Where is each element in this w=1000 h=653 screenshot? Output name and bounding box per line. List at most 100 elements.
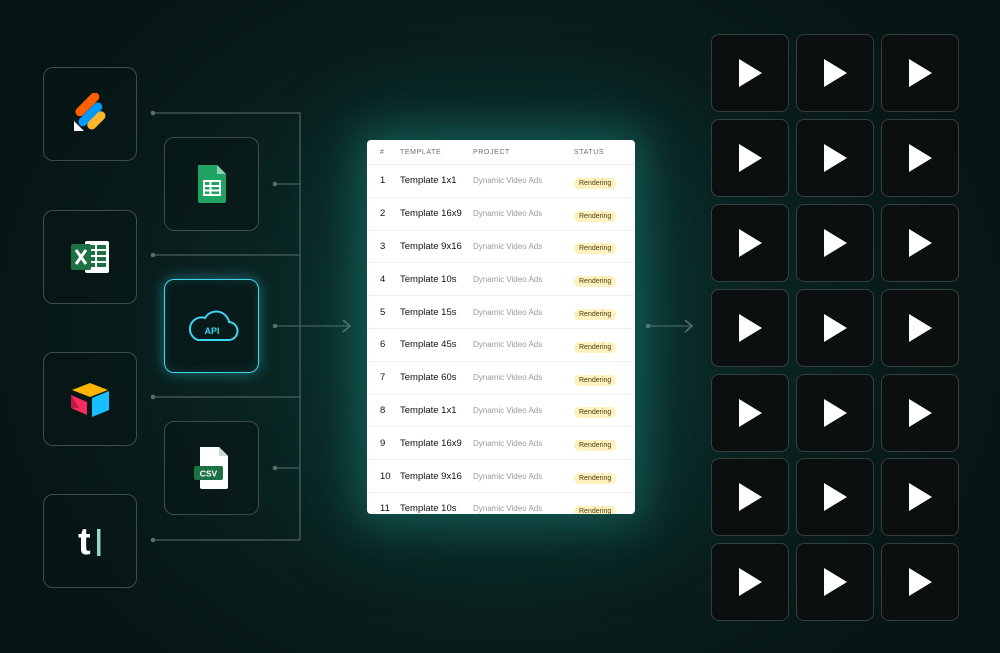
play-icon bbox=[824, 144, 847, 172]
video-output-tile[interactable] bbox=[711, 204, 789, 282]
play-icon bbox=[909, 314, 932, 342]
table-row[interactable]: 3 Template 9x16 Dynamic Video Ads Rendering bbox=[367, 231, 635, 264]
row-number: 8 bbox=[380, 404, 386, 416]
video-output-tile[interactable] bbox=[796, 119, 874, 197]
row-project: Dynamic Video Ads bbox=[473, 438, 543, 448]
row-project: Dynamic Video Ads bbox=[473, 471, 543, 481]
video-output-tile[interactable] bbox=[881, 374, 959, 452]
table-row[interactable]: 8 Template 1x1 Dynamic Video Ads Rendering bbox=[367, 395, 635, 428]
status-badge: Rendering bbox=[574, 243, 617, 255]
row-project: Dynamic Video Ads bbox=[473, 504, 543, 514]
video-output-tile[interactable] bbox=[711, 374, 789, 452]
row-template: Template 10s bbox=[400, 273, 457, 285]
row-template: Template 10s bbox=[400, 503, 457, 514]
table-header: # TEMPLATE PROJECT STATUS bbox=[367, 140, 635, 165]
column-header-template: TEMPLATE bbox=[400, 148, 442, 156]
video-output-tile[interactable] bbox=[881, 34, 959, 112]
play-icon bbox=[909, 144, 932, 172]
status-badge: Rendering bbox=[574, 309, 617, 321]
row-template: Template 1x1 bbox=[400, 404, 457, 416]
column-header-project: PROJECT bbox=[473, 148, 510, 156]
row-project: Dynamic Video Ads bbox=[473, 373, 543, 383]
play-icon bbox=[739, 59, 762, 87]
row-number: 5 bbox=[380, 306, 386, 318]
table-body: 1 Template 1x1 Dynamic Video Ads Rendering 2… bbox=[367, 165, 635, 514]
row-project: Dynamic Video Ads bbox=[473, 176, 543, 186]
video-output-tile[interactable] bbox=[796, 374, 874, 452]
video-output-tile[interactable] bbox=[796, 458, 874, 536]
video-output-tile[interactable] bbox=[881, 458, 959, 536]
row-number: 3 bbox=[380, 240, 386, 252]
play-icon bbox=[824, 399, 847, 427]
table-row[interactable]: 4 Template 10s Dynamic Video Ads Rendering bbox=[367, 263, 635, 297]
play-icon bbox=[739, 568, 762, 596]
video-output-tile[interactable] bbox=[711, 34, 789, 112]
typeform-letter: t bbox=[78, 521, 91, 562]
row-project: Dynamic Video Ads bbox=[473, 405, 543, 415]
video-output-tile[interactable] bbox=[796, 204, 874, 282]
source-airtable[interactable] bbox=[43, 352, 137, 446]
row-template: Template 16x9 bbox=[400, 208, 462, 220]
input-csv[interactable]: CSV bbox=[164, 421, 259, 515]
cloud-api-icon: API bbox=[188, 310, 238, 342]
play-icon bbox=[909, 483, 932, 511]
video-output-tile[interactable] bbox=[796, 543, 874, 621]
play-icon bbox=[824, 568, 847, 596]
row-template: Template 9x16 bbox=[400, 470, 462, 482]
row-number: 10 bbox=[380, 470, 391, 482]
status-badge: Rendering bbox=[574, 210, 617, 222]
input-google-sheets[interactable] bbox=[164, 137, 259, 231]
video-output-tile[interactable] bbox=[881, 543, 959, 621]
excel-icon bbox=[71, 241, 109, 273]
row-template: Template 16x9 bbox=[400, 437, 462, 449]
table-row[interactable]: 11 Template 10s Dynamic Video Ads Rendering bbox=[367, 493, 635, 514]
play-icon bbox=[909, 59, 932, 87]
row-template: Template 15s bbox=[400, 306, 457, 318]
input-api[interactable]: API bbox=[164, 279, 259, 373]
table-row[interactable]: 6 Template 45s Dynamic Video Ads Rendering bbox=[367, 329, 635, 362]
video-output-tile[interactable] bbox=[881, 289, 959, 367]
row-template: Template 45s bbox=[400, 339, 457, 351]
video-output-tile[interactable] bbox=[796, 34, 874, 112]
status-badge: Rendering bbox=[574, 276, 617, 288]
row-project: Dynamic Video Ads bbox=[473, 340, 543, 350]
table-row[interactable]: 10 Template 9x16 Dynamic Video Ads Renderin… bbox=[367, 460, 635, 493]
status-badge: Rendering bbox=[574, 374, 617, 386]
column-header-number: # bbox=[380, 148, 385, 156]
video-output-tile[interactable] bbox=[711, 289, 789, 367]
row-project: Dynamic Video Ads bbox=[473, 209, 543, 219]
workflow-diagram: t API CSV # TEMPLATE PROJECT STATUS 1 Te… bbox=[0, 0, 1000, 653]
source-typeform[interactable]: t bbox=[43, 494, 137, 588]
play-icon bbox=[909, 568, 932, 596]
status-badge: Rendering bbox=[574, 341, 617, 353]
row-project: Dynamic Video Ads bbox=[473, 307, 543, 317]
play-icon bbox=[739, 229, 762, 257]
play-icon bbox=[739, 483, 762, 511]
table-row[interactable]: 5 Template 15s Dynamic Video Ads Rendering bbox=[367, 296, 635, 329]
table-row[interactable]: 9 Template 16x9 Dynamic Video Ads Rendering bbox=[367, 427, 635, 461]
airtable-icon bbox=[71, 383, 109, 417]
video-output-tile[interactable] bbox=[796, 289, 874, 367]
status-badge: Rendering bbox=[574, 407, 617, 419]
play-icon bbox=[824, 59, 847, 87]
row-number: 4 bbox=[380, 273, 386, 285]
video-output-tile[interactable] bbox=[881, 204, 959, 282]
google-sheets-icon bbox=[197, 165, 226, 203]
column-header-status: STATUS bbox=[574, 148, 605, 156]
play-icon bbox=[739, 144, 762, 172]
row-number: 7 bbox=[380, 372, 386, 384]
status-badge: Rendering bbox=[574, 473, 617, 485]
source-excel[interactable] bbox=[43, 210, 137, 304]
table-row[interactable]: 2 Template 16x9 Dynamic Video Ads Rendering bbox=[367, 198, 635, 231]
video-output-tile[interactable] bbox=[881, 119, 959, 197]
video-output-tile[interactable] bbox=[711, 119, 789, 197]
status-badge: Rendering bbox=[574, 440, 617, 452]
row-number: 1 bbox=[380, 175, 386, 187]
play-icon bbox=[739, 399, 762, 427]
source-jotform[interactable] bbox=[43, 67, 137, 161]
play-icon bbox=[824, 229, 847, 257]
table-row[interactable]: 7 Template 60s Dynamic Video Ads Rendering bbox=[367, 362, 635, 395]
table-row[interactable]: 1 Template 1x1 Dynamic Video Ads Rendering bbox=[367, 165, 635, 198]
video-output-tile[interactable] bbox=[711, 458, 789, 536]
video-output-tile[interactable] bbox=[711, 543, 789, 621]
